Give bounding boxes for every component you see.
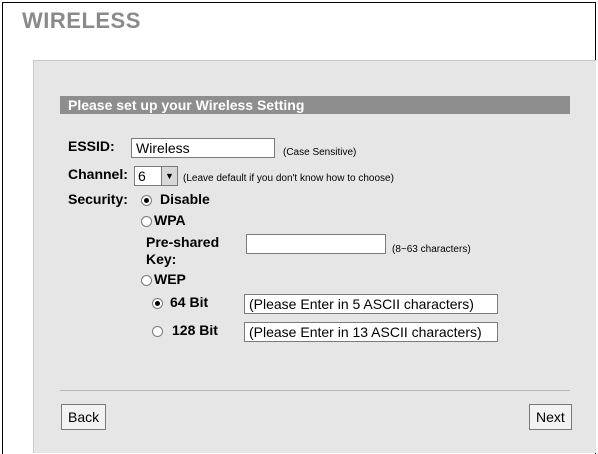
channel-select[interactable]: 6 ▼	[134, 166, 178, 186]
channel-note: (Leave default if you don't know how to …	[183, 173, 394, 184]
security-disable-radio[interactable]	[141, 195, 152, 206]
settings-panel	[33, 60, 596, 453]
channel-selected-value: 6	[138, 168, 146, 184]
channel-label: Channel:	[68, 166, 128, 182]
next-button[interactable]: Next	[529, 404, 572, 430]
security-label: Security:	[68, 191, 128, 207]
security-wpa-label: WPA	[154, 212, 186, 228]
essid-note: (Case Sensitive)	[283, 147, 357, 158]
preshared-key-label-line1: Pre-shared	[146, 234, 220, 250]
essid-input[interactable]	[131, 138, 275, 158]
preshared-key-note: (8~63 characters)	[392, 244, 471, 255]
wep-128bit-radio[interactable]	[152, 326, 163, 337]
wep-128bit-label: 128 Bit	[172, 322, 218, 338]
wep-64bit-radio[interactable]	[152, 298, 163, 309]
footer-divider	[60, 390, 570, 391]
wep-64bit-key-input[interactable]	[244, 294, 498, 314]
essid-label: ESSID:	[68, 138, 115, 154]
preshared-key-label-line2: Key:	[146, 251, 177, 267]
wep-128bit-key-input[interactable]	[244, 322, 498, 342]
security-wep-radio[interactable]	[141, 275, 152, 286]
back-button[interactable]: Back	[61, 404, 107, 430]
security-wep-label: WEP	[154, 271, 186, 287]
wep-64bit-label: 64 Bit	[170, 294, 209, 310]
preshared-key-input[interactable]	[246, 234, 386, 254]
section-header: Please set up your Wireless Setting	[60, 96, 570, 114]
page-title: WIRELESS	[22, 8, 141, 33]
chevron-down-icon[interactable]: ▼	[161, 167, 177, 185]
security-wpa-radio[interactable]	[141, 216, 152, 227]
security-disable-label: Disable	[160, 191, 210, 207]
